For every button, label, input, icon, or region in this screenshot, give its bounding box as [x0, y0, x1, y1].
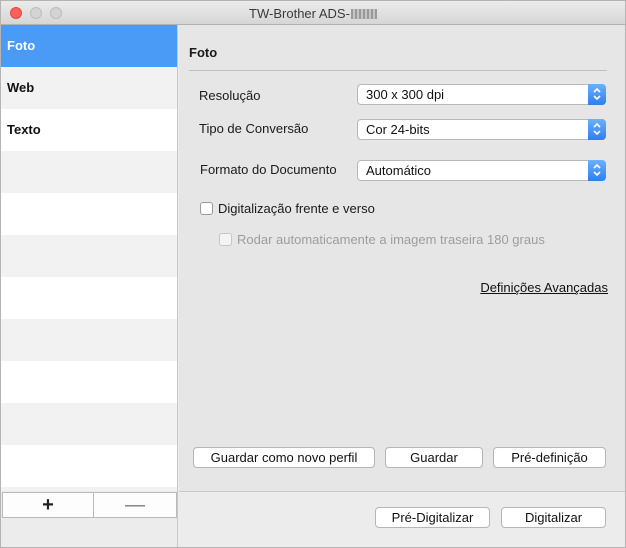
advanced-settings-link[interactable]: Definições Avançadas — [480, 280, 608, 295]
rotate-back-label: Rodar automaticamente a imagem traseira … — [237, 232, 545, 247]
section-divider — [189, 70, 607, 71]
empty-list-row — [1, 151, 177, 193]
save-as-new-profile-button[interactable]: Guardar como novo perfil — [193, 447, 375, 468]
duplex-checkbox[interactable] — [200, 202, 213, 215]
empty-list-row — [1, 361, 177, 403]
remove-profile-button[interactable]: — — [93, 492, 177, 518]
scanner-window: TW-Brother ADS- Foto Web Texto + — Foto … — [0, 0, 626, 548]
empty-list-row — [1, 235, 177, 277]
redacted-model-number — [350, 9, 377, 19]
empty-list-row — [1, 445, 177, 487]
window-title: TW-Brother ADS- — [249, 6, 350, 21]
footer-bar: Pré-Digitalizar Digitalizar — [179, 491, 625, 547]
updown-chevron-icon — [588, 160, 606, 181]
document-format-value: Automático — [366, 163, 432, 178]
conversion-value: Cor 24-bits — [366, 122, 430, 137]
default-button[interactable]: Pré-definição — [493, 447, 606, 468]
updown-chevron-icon — [588, 119, 606, 140]
updown-chevron-icon — [588, 84, 606, 105]
resolution-value: 300 x 300 dpi — [366, 87, 445, 102]
rotate-back-checkbox — [219, 233, 232, 246]
profile-list[interactable]: Foto Web Texto — [1, 25, 178, 491]
save-button[interactable]: Guardar — [385, 447, 483, 468]
empty-list-row — [1, 403, 177, 445]
settings-panel: Foto Resolução 300 x 300 dpi Tipo de Con… — [179, 25, 625, 491]
duplex-label[interactable]: Digitalização frente e verso — [218, 201, 375, 216]
document-format-select[interactable]: Automático — [357, 160, 606, 181]
profile-item-texto[interactable]: Texto — [1, 109, 177, 151]
profile-item-foto[interactable]: Foto — [1, 25, 177, 67]
scan-button[interactable]: Digitalizar — [501, 507, 606, 528]
add-profile-button[interactable]: + — [2, 492, 94, 518]
conversion-label: Tipo de Conversão — [199, 121, 309, 136]
document-format-label: Formato do Documento — [200, 162, 337, 177]
profile-list-controls: + — — [1, 491, 178, 547]
empty-list-row — [1, 277, 177, 319]
prescan-button[interactable]: Pré-Digitalizar — [375, 507, 490, 528]
section-title: Foto — [189, 45, 218, 60]
resolution-label: Resolução — [199, 88, 261, 103]
empty-list-row — [1, 193, 177, 235]
empty-list-row — [1, 319, 177, 361]
profile-item-web[interactable]: Web — [1, 67, 177, 109]
title-bar[interactable]: TW-Brother ADS- — [1, 1, 625, 25]
resolution-select[interactable]: 300 x 300 dpi — [357, 84, 606, 105]
conversion-select[interactable]: Cor 24-bits — [357, 119, 606, 140]
